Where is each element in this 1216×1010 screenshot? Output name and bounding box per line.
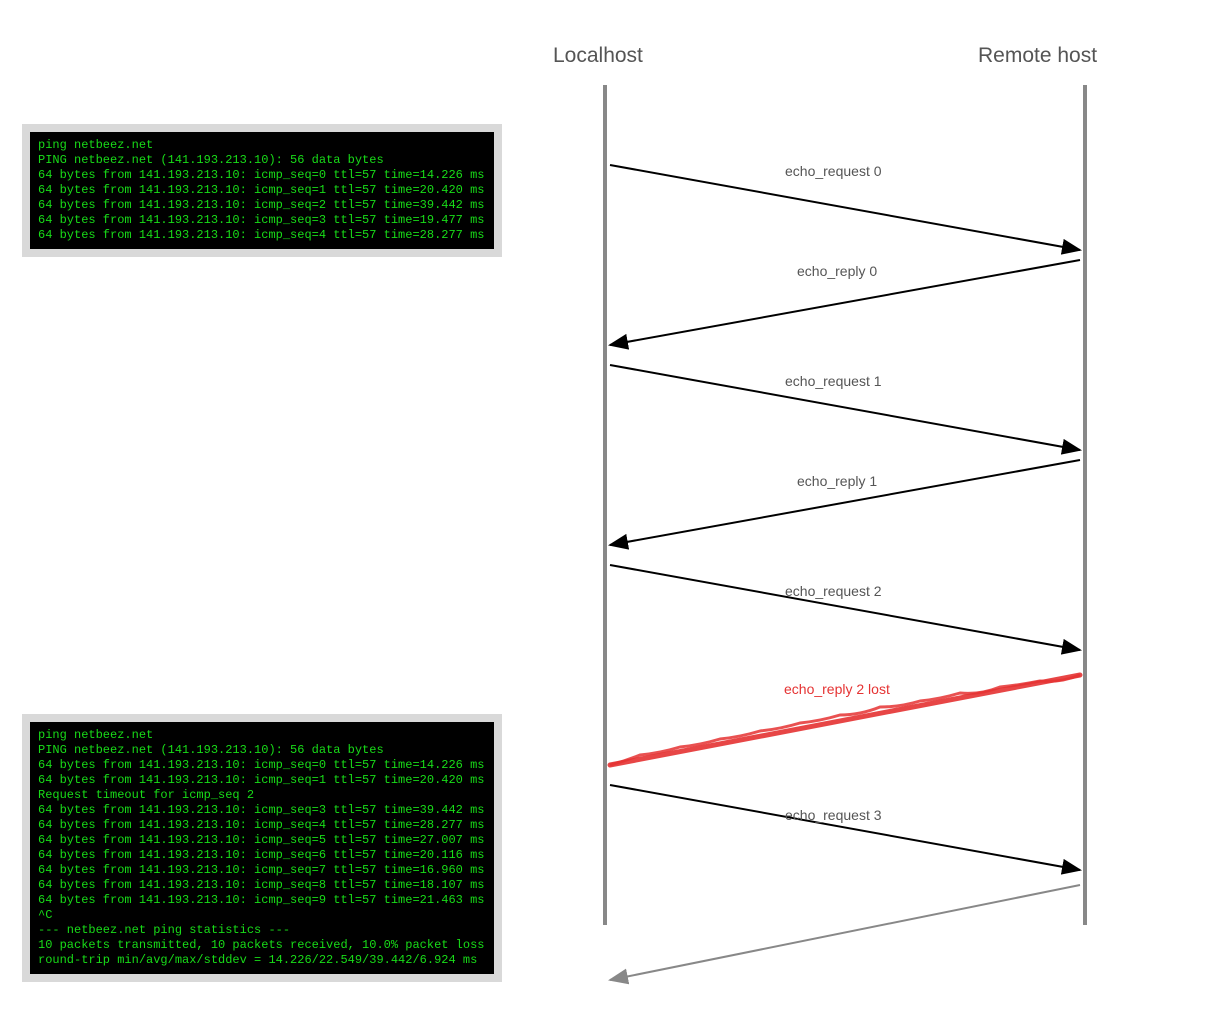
msg-echo-reply-2-lost: echo_reply 2 lost	[784, 681, 890, 697]
msg-echo-request-0: echo_request 0	[785, 163, 882, 179]
msg-echo-request-1: echo_request 1	[785, 373, 882, 389]
terminal-output-2: ping netbeez.net PING netbeez.net (141.1…	[22, 714, 502, 982]
msg-echo-reply-0: echo_reply 0	[797, 263, 877, 279]
msg-echo-request-3: echo_request 3	[785, 807, 882, 823]
localhost-label: Localhost	[553, 44, 643, 68]
msg-echo-reply-1: echo_reply 1	[797, 473, 877, 489]
terminal-output-1: ping netbeez.net PING netbeez.net (141.1…	[22, 124, 502, 257]
msg-echo-request-2: echo_request 2	[785, 583, 882, 599]
remote-host-label: Remote host	[978, 44, 1097, 68]
sequence-diagram: echo_request 0 echo_reply 0 echo_request…	[590, 85, 1100, 1005]
